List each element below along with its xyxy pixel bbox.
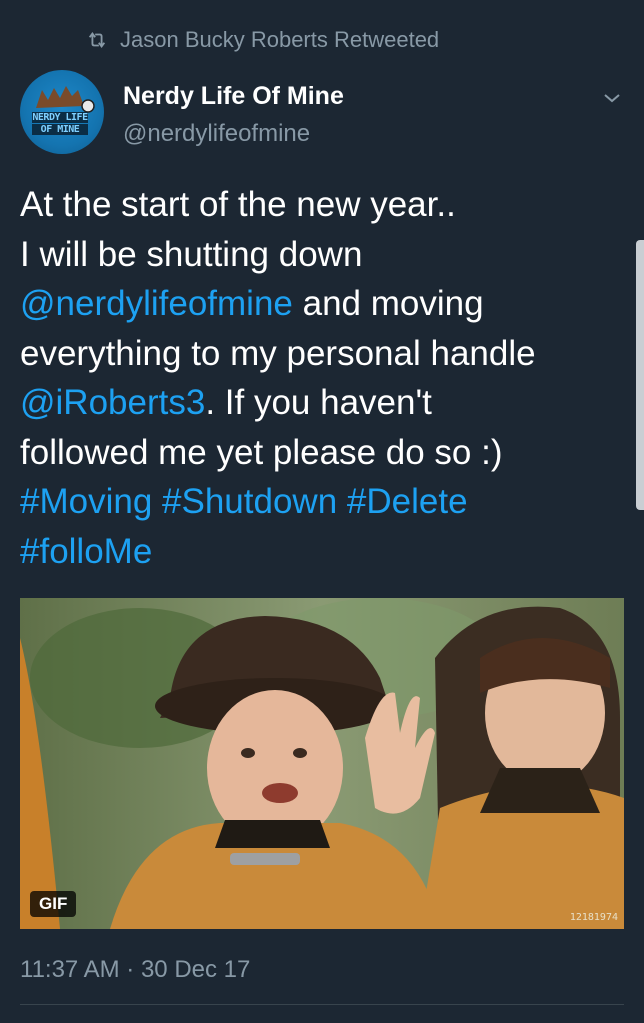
tweet-text-segment: At the start of the new year.. I will be… <box>20 185 456 274</box>
gif-thumbnail-image <box>20 598 624 929</box>
hashtag-link[interactable]: #folloMe <box>20 532 152 571</box>
avatar-logo-line-1: NERDY LIFE <box>32 112 88 123</box>
divider <box>20 1004 624 1005</box>
tweet-text: At the start of the new year.. I will be… <box>20 180 620 576</box>
avatar[interactable]: NERDY LIFE OF MINE <box>20 70 104 154</box>
retweet-label: Jason Bucky Roberts Retweeted <box>120 27 440 52</box>
avatar-logo-line-2: OF MINE <box>32 124 88 135</box>
retweet-context[interactable]: Jason Bucky Roberts Retweeted <box>86 24 439 56</box>
gif-badge: GIF <box>30 891 77 917</box>
tweet-text-segment <box>337 482 347 521</box>
scrollbar[interactable] <box>636 240 644 510</box>
user-handle[interactable]: @nerdylifeofmine <box>123 120 310 148</box>
chevron-down-icon[interactable] <box>600 86 624 110</box>
tweet-media-gif[interactable]: GIF 12181974 <box>20 598 624 929</box>
retweet-icon <box>88 32 106 48</box>
media-watermark: 12181974 <box>569 912 618 923</box>
tweet-text-segment <box>152 482 162 521</box>
tweet-header: NERDY LIFE OF MINE Nerdy Life Of Mine @n… <box>20 70 624 160</box>
tweet-timestamp[interactable]: 11:37 AM · 30 Dec 17 <box>20 956 250 984</box>
hashtag-link[interactable]: #Shutdown <box>162 482 337 521</box>
hashtag-link[interactable]: #Moving <box>20 482 152 521</box>
mention-link[interactable]: @iRoberts3 <box>20 383 205 422</box>
mention-link[interactable]: @nerdylifeofmine <box>20 284 293 323</box>
hashtag-link[interactable]: #Delete <box>347 482 468 521</box>
display-name[interactable]: Nerdy Life Of Mine <box>123 82 344 111</box>
